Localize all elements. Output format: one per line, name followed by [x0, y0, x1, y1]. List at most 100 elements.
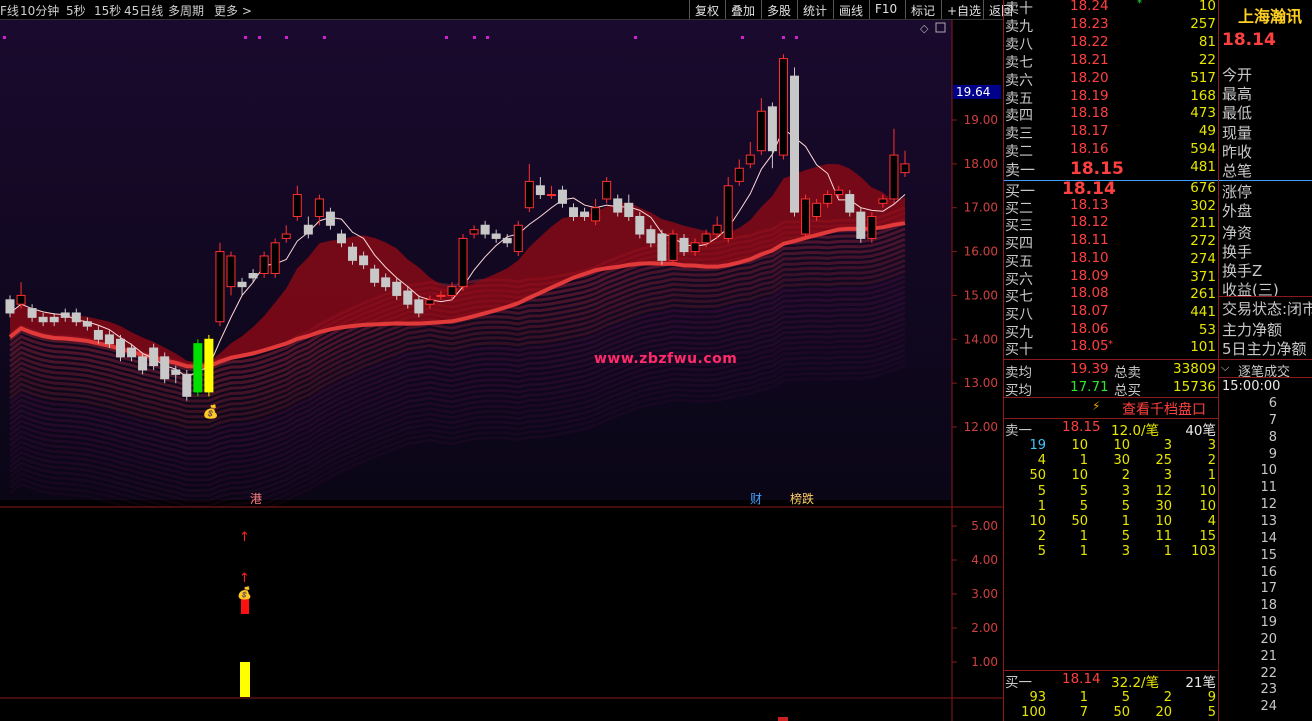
- divider: [1219, 377, 1312, 378]
- queue-level-label: 卖一: [1005, 423, 1032, 439]
- event-annotation[interactable]: 榜跌: [790, 491, 814, 506]
- event-annotation[interactable]: 港: [250, 492, 262, 506]
- candle-body: [381, 277, 391, 288]
- queue-avg: 32.2/笔: [1111, 675, 1160, 691]
- bid-price: 18.10: [1070, 249, 1109, 266]
- toolbar-period-1[interactable]: 10分钟: [20, 2, 59, 19]
- ask-volume: 257: [1190, 15, 1216, 32]
- queue-order-size: 1: [1207, 468, 1216, 484]
- event-annotation[interactable]: 财: [750, 492, 762, 506]
- ask-price: 18.22: [1070, 33, 1109, 50]
- queue-count: 21笔: [1185, 675, 1216, 691]
- bid-price: 18.06: [1070, 320, 1109, 337]
- toolbar-period-5[interactable]: 多周期: [168, 2, 204, 19]
- ask-price: 18.18: [1070, 105, 1109, 122]
- indicator-bar: [240, 662, 250, 697]
- candle-body: [546, 194, 556, 197]
- toolbar-button-0[interactable]: 复权: [689, 0, 725, 19]
- queue-order-size: 9: [1207, 690, 1216, 705]
- y-tick-label: 16.00: [964, 245, 998, 259]
- queue-order-size: 19: [1029, 438, 1046, 453]
- toolbar-button-5[interactable]: F10: [869, 0, 905, 19]
- ask-volume: 22: [1198, 51, 1216, 68]
- candle-body: [458, 237, 468, 288]
- queue-level-label: 买一: [1005, 675, 1032, 691]
- signal-dot: [258, 36, 261, 39]
- indicator-subchart[interactable]: 5.004.003.002.001.00↑↑💰: [0, 508, 1003, 721]
- diamond-icon[interactable]: ◇: [920, 22, 929, 35]
- main-net-amount[interactable]: 主力净额: [1222, 319, 1282, 340]
- toolbar-period-3[interactable]: 15秒: [94, 2, 121, 19]
- candle: [513, 220, 523, 256]
- candle-body: [591, 207, 601, 222]
- queue-order-size: 5: [1121, 498, 1130, 514]
- candle-body: [16, 294, 26, 305]
- candle: [845, 190, 855, 217]
- queue-order-size: 5: [1079, 498, 1088, 514]
- divider: [1219, 180, 1312, 181]
- candle: [602, 177, 612, 204]
- divider: [1004, 397, 1218, 398]
- toolbar-button-7[interactable]: +自选: [941, 0, 983, 19]
- queue-order-size: 30: [1113, 453, 1130, 469]
- info-label: 涨停: [1222, 183, 1253, 202]
- candle-body: [690, 242, 700, 253]
- candle-body: [226, 255, 236, 288]
- candle-body: [790, 75, 800, 213]
- candle-body: [325, 211, 335, 226]
- candle-body: [149, 347, 159, 367]
- last-price: 18.14: [1222, 30, 1276, 50]
- candle-body: [580, 211, 590, 217]
- candle-body: [425, 299, 435, 305]
- info-label: 现量: [1222, 123, 1253, 142]
- toolbar-period-0[interactable]: F线: [0, 2, 19, 19]
- candle-body: [38, 316, 48, 323]
- y-tick-label: 13.00: [964, 376, 998, 390]
- candle: [778, 54, 788, 160]
- up-arrow-icon: ↑: [239, 530, 250, 545]
- chevron-down-icon[interactable]: ⌵: [1221, 361, 1229, 375]
- toolbar-button-6[interactable]: 标记: [905, 0, 941, 19]
- candle-body: [900, 163, 910, 174]
- queue-order-size: 15: [1199, 529, 1216, 545]
- info-label: 换手: [1222, 242, 1253, 261]
- queue-order-size: 2: [1037, 529, 1046, 545]
- queue-order-size: 25: [1155, 453, 1172, 469]
- sub-y-tick-label: 3.00: [971, 587, 998, 601]
- candle-body: [115, 338, 125, 358]
- total-buy: 15736: [1173, 379, 1216, 395]
- toolbar-period-6[interactable]: 更多 >: [214, 2, 252, 19]
- toolbar-button-2[interactable]: 多股: [761, 0, 797, 19]
- toolbar-button-4[interactable]: 画线: [833, 0, 869, 19]
- toolbar-period-4[interactable]: 45日线: [124, 2, 163, 19]
- panel-divider: [1218, 0, 1219, 721]
- candle-body: [60, 312, 70, 318]
- info-label: 最低: [1222, 104, 1253, 123]
- candle: [270, 238, 280, 278]
- tick-row: 11: [1260, 480, 1277, 496]
- candle: [790, 67, 800, 217]
- candle-body: [801, 198, 811, 235]
- queue-order-size: 20: [1155, 705, 1172, 721]
- queue-order-size: 2: [1163, 690, 1172, 705]
- candlestick-chart[interactable]: 19.00 18.00 17.00 16.00 15.00 14.00 13.00 12.00…: [0, 20, 1003, 508]
- candle-body: [778, 58, 788, 156]
- signal-dot: [323, 36, 326, 39]
- candle-body: [502, 237, 512, 244]
- toolbar-period-2[interactable]: 5秒: [66, 2, 86, 19]
- tick-row: 10: [1260, 463, 1277, 479]
- candle-body: [812, 202, 822, 217]
- candle-body: [635, 215, 645, 235]
- ask-price: 18.15: [1070, 159, 1124, 180]
- five-day-main-net: 5日主力净额: [1222, 340, 1307, 358]
- toolbar-button-1[interactable]: 叠加: [725, 0, 761, 19]
- candle-body: [823, 194, 833, 204]
- candle-body: [237, 281, 247, 288]
- tick-row: 12: [1260, 497, 1277, 513]
- view-1000-levels-link[interactable]: 查看千档盘口: [1122, 399, 1206, 419]
- tick-row: 16: [1260, 564, 1277, 580]
- signal-dot: [741, 36, 744, 39]
- candle-body: [756, 110, 766, 152]
- queue-order-size: 10: [1071, 468, 1088, 484]
- toolbar-button-3[interactable]: 统计: [797, 0, 833, 19]
